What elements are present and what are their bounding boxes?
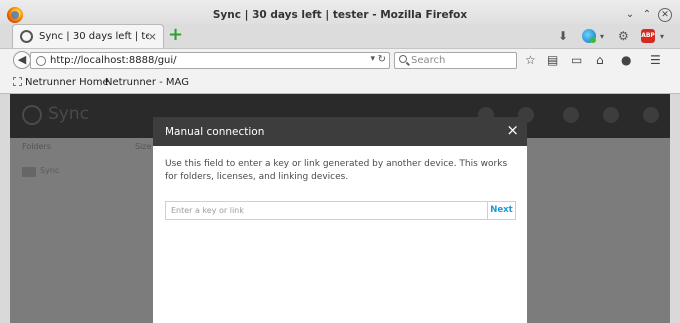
close-icon[interactable]: × [506, 122, 519, 139]
adblock-icon[interactable]: ABP [641, 29, 655, 43]
bookmark-star-icon[interactable]: ☆ [525, 53, 536, 67]
navigation-bar: ◀ http://localhost:8888/gui/ ▾ ↻ Search … [0, 48, 680, 72]
window-menu-icon[interactable]: ⌄ [623, 8, 637, 22]
devices-icon[interactable] [563, 107, 579, 123]
tab-sync[interactable]: Sync | 30 days left | te... × [12, 24, 164, 48]
new-tab-icon[interactable]: + [168, 26, 183, 44]
search-placeholder[interactable]: Search [411, 55, 445, 66]
bookmark-page-icon [13, 77, 22, 86]
dialog-header: Manual connection × [153, 117, 527, 146]
manual-connection-dialog: Manual connection × Use this field to en… [153, 117, 527, 323]
sync-logo-icon [22, 105, 42, 125]
reading-list-icon[interactable]: ▤ [547, 53, 558, 67]
dialog-title: Manual connection [165, 126, 265, 138]
folder-row-name[interactable]: Sync [40, 166, 59, 175]
back-arrow-icon[interactable]: ◀ [13, 51, 31, 69]
app-logo-text: Sync [48, 104, 89, 124]
tab-label: Sync | 30 days left | te... [39, 31, 149, 42]
downloads-icon[interactable]: ⬇ [558, 29, 568, 43]
chat-icon[interactable]: ● [621, 53, 631, 67]
next-button[interactable]: Next [487, 201, 516, 220]
window-maximize-icon[interactable]: ⌃ [640, 8, 654, 22]
tab-strip: Sync | 30 days left | te... × + ⬇ ▾ ⚙ ▾ [0, 24, 680, 48]
url-bar[interactable]: http://localhost:8888/gui/ ▾ ↻ [30, 52, 390, 69]
bookmark-label: Netrunner Home [25, 77, 109, 88]
tab-close-icon[interactable]: × [148, 30, 157, 43]
window-close-icon[interactable]: ✕ [658, 8, 672, 22]
column-header-folders[interactable]: Folders [22, 142, 51, 151]
bookmark-label: Netrunner - MAG [105, 77, 189, 88]
extension-icon[interactable]: ⚙ [618, 29, 629, 43]
url-text[interactable]: http://localhost:8888/gui/ [50, 55, 177, 66]
site-identity-icon[interactable] [36, 56, 46, 66]
settings-icon[interactable] [643, 107, 659, 123]
key-or-link-input[interactable] [165, 201, 487, 220]
search-bar[interactable]: Search [394, 52, 517, 69]
history-icon[interactable] [603, 107, 619, 123]
sync-tab-icon [20, 30, 33, 43]
sidebar-icon[interactable]: ▭ [571, 53, 582, 67]
column-header-size[interactable]: Size [135, 142, 151, 151]
window-title: Sync | 30 days left | tester - Mozilla F… [212, 9, 468, 21]
bookmark-netrunner-mag[interactable]: Netrunner - MAG [105, 77, 189, 88]
home-icon[interactable]: ⌂ [596, 53, 604, 67]
dropdown-arrow-icon[interactable]: ▾ [660, 32, 664, 41]
dropdown-arrow-icon[interactable]: ▾ [600, 32, 604, 41]
folder-icon [22, 167, 36, 177]
status-dot-icon [590, 37, 596, 43]
bookmark-netrunner-home[interactable]: Netrunner Home [13, 77, 109, 88]
reload-icon[interactable]: ↻ [378, 54, 386, 65]
history-dropdown-icon[interactable]: ▾ [370, 54, 375, 64]
search-icon [399, 55, 407, 63]
bookmarks-bar: Netrunner Home Netrunner - MAG [0, 72, 680, 94]
dialog-description: Use this field to enter a key or link ge… [165, 159, 508, 182]
hamburger-menu-icon[interactable]: ☰ [650, 53, 661, 67]
